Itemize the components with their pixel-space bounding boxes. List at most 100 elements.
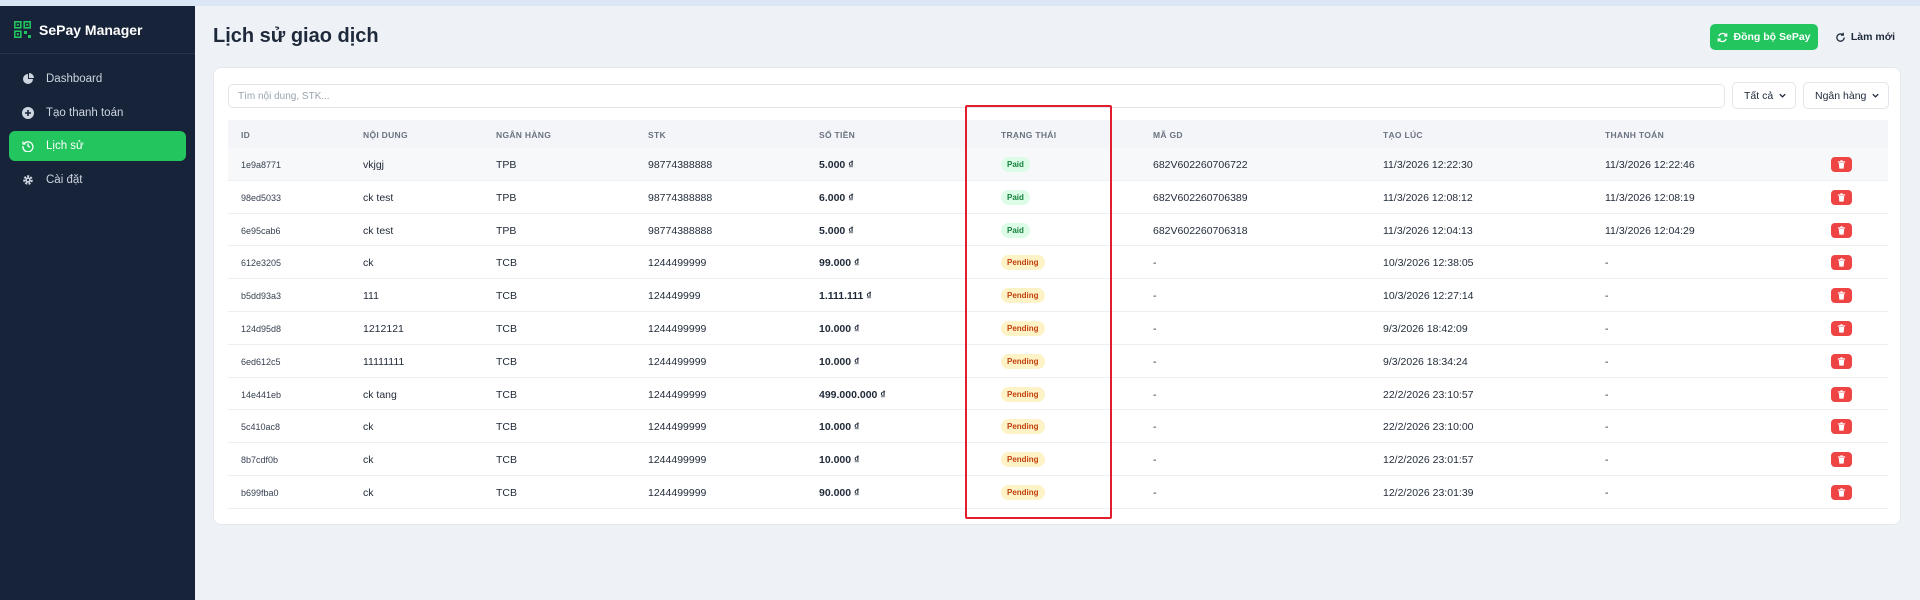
trash-icon	[1837, 291, 1846, 300]
cell-id: 98ed5033	[241, 192, 282, 203]
trash-icon	[1837, 258, 1846, 268]
refresh-label: Làm mới	[1850, 31, 1896, 43]
delete-button[interactable]	[1831, 452, 1852, 468]
delete-button[interactable]	[1831, 288, 1852, 304]
cell-created-at: 22/2/2026 23:10:00	[1383, 421, 1474, 434]
delete-button[interactable]	[1831, 157, 1852, 172]
trash-icon	[1837, 357, 1846, 366]
cell-created-at: 11/3/2026 12:04:13	[1383, 224, 1473, 237]
trash-icon	[1837, 389, 1846, 399]
trash-icon	[1837, 324, 1846, 333]
column-header-transaction-code: MÃ GD	[1153, 130, 1183, 140]
cell-amount: 10.000 ₫	[819, 454, 860, 467]
cell-amount: 10.000 ₫	[819, 322, 860, 335]
brand[interactable]: SePay Manager	[0, 6, 195, 54]
gear-icon	[21, 173, 35, 187]
cell-paid-at: -	[1605, 421, 1609, 434]
refresh-button[interactable]: Làm mới	[1830, 24, 1900, 50]
cell-amount: 6.000 ₫	[819, 191, 854, 204]
sidebar-item-dashboard[interactable]: Dashboard	[9, 64, 186, 94]
cell-paid-at: -	[1605, 486, 1609, 499]
sidebar-item-label: Tạo thanh toán	[46, 106, 124, 119]
cell-transaction-code: -	[1153, 388, 1157, 401]
status-filter-select[interactable]: Tất cả	[1732, 82, 1796, 109]
cell-content: ck test	[363, 191, 394, 204]
status-column-highlight	[965, 105, 1112, 519]
cell-transaction-code: -	[1153, 486, 1157, 499]
cell-bank: TCB	[496, 355, 517, 368]
cell-id: b699fba0	[241, 487, 279, 498]
cell-account: 124449999	[648, 290, 701, 303]
cell-transaction-code: -	[1153, 355, 1157, 368]
cell-bank: TCB	[496, 486, 517, 499]
cell-account: 1244499999	[648, 421, 707, 434]
cell-transaction-code: -	[1153, 290, 1157, 303]
cell-amount: 10.000 ₫	[819, 421, 860, 434]
cell-account: 1244499999	[648, 388, 707, 401]
cell-transaction-code: -	[1153, 421, 1157, 434]
cell-created-at: 10/3/2026 12:27:14	[1383, 290, 1474, 303]
sidebar-item-create-payment[interactable]: Tạo thanh toán	[9, 98, 186, 128]
cell-created-at: 11/3/2026 12:22:30	[1383, 159, 1473, 171]
cell-amount: 5.000 ₫	[819, 224, 854, 237]
sidebar-item-settings[interactable]: Cài đặt	[9, 165, 186, 195]
column-header-content: NỘI DUNG	[363, 130, 408, 140]
column-header-bank: NGÂN HÀNG	[496, 130, 552, 140]
cell-bank: TCB	[496, 257, 517, 270]
cell-amount: 90.000 ₫	[819, 486, 860, 499]
cell-content: 11111111	[363, 355, 405, 368]
trash-icon	[1837, 422, 1846, 432]
delete-button[interactable]	[1831, 189, 1852, 205]
delete-button[interactable]	[1831, 386, 1852, 402]
app-name: SePay Manager	[39, 21, 143, 38]
cell-account: 98774388888	[648, 191, 713, 204]
sidebar-nav: Dashboard Tạo thanh toán Lịch sử Cài đặt	[0, 54, 195, 195]
sidebar-item-history[interactable]: Lịch sử	[9, 131, 186, 161]
column-header-id: ID	[241, 130, 251, 140]
cell-content: 1212121	[363, 322, 404, 335]
trash-icon	[1837, 488, 1846, 497]
column-header-amount: SỐ TIỀN	[819, 130, 856, 140]
cell-transaction-code: 682V602260706318	[1153, 224, 1248, 237]
cell-transaction-code: -	[1153, 322, 1157, 335]
cell-created-at: 11/3/2026 12:08:12	[1383, 191, 1473, 204]
cell-paid-at: -	[1605, 290, 1609, 303]
cell-bank: TCB	[496, 290, 517, 303]
cell-account: 98774388888	[648, 159, 713, 171]
cell-id: 6e95cab6	[241, 225, 281, 236]
delete-button[interactable]	[1831, 353, 1852, 369]
cell-content: ck tang	[363, 388, 397, 401]
delete-button[interactable]	[1831, 255, 1852, 271]
delete-button[interactable]	[1831, 222, 1852, 238]
bank-filter-value: Ngân hàng	[1815, 89, 1867, 102]
trash-icon	[1837, 455, 1846, 464]
status-filter-value: Tất cả	[1744, 89, 1774, 102]
cell-account: 1244499999	[648, 257, 707, 270]
cell-id: 612e3205	[241, 258, 282, 269]
cell-created-at: 22/2/2026 23:10:57	[1383, 388, 1474, 401]
sidebar-item-label: Lịch sử	[46, 140, 84, 152]
cell-account: 1244499999	[648, 322, 707, 335]
cell-amount: 10.000 ₫	[819, 355, 860, 368]
cell-bank: TPB	[496, 159, 517, 171]
trash-icon	[1837, 193, 1846, 202]
delete-button[interactable]	[1831, 484, 1852, 500]
cell-paid-at: 11/3/2026 12:04:29	[1605, 224, 1695, 237]
sidebar-item-label: Cài đặt	[46, 173, 83, 186]
cell-bank: TCB	[496, 454, 517, 467]
cell-paid-at: -	[1605, 322, 1609, 335]
column-header-account: STK	[648, 130, 666, 140]
delete-button[interactable]	[1831, 419, 1852, 435]
cell-content: ck test	[363, 224, 394, 237]
cell-amount: 499.000.000 ₫	[819, 388, 886, 401]
bank-filter-select[interactable]: Ngân hàng	[1803, 82, 1889, 109]
cell-paid-at: -	[1605, 257, 1609, 270]
chevron-down-icon	[1779, 93, 1786, 98]
delete-button[interactable]	[1831, 320, 1852, 336]
history-icon	[21, 139, 35, 153]
cell-id: 8b7cdf0b	[241, 455, 279, 466]
sync-sepay-button[interactable]: Đồng bộ SePay	[1710, 24, 1818, 50]
sync-icon	[1718, 32, 1728, 42]
top-bar-strip	[0, 0, 1920, 6]
sync-label: Đồng bộ SePay	[1733, 31, 1811, 43]
